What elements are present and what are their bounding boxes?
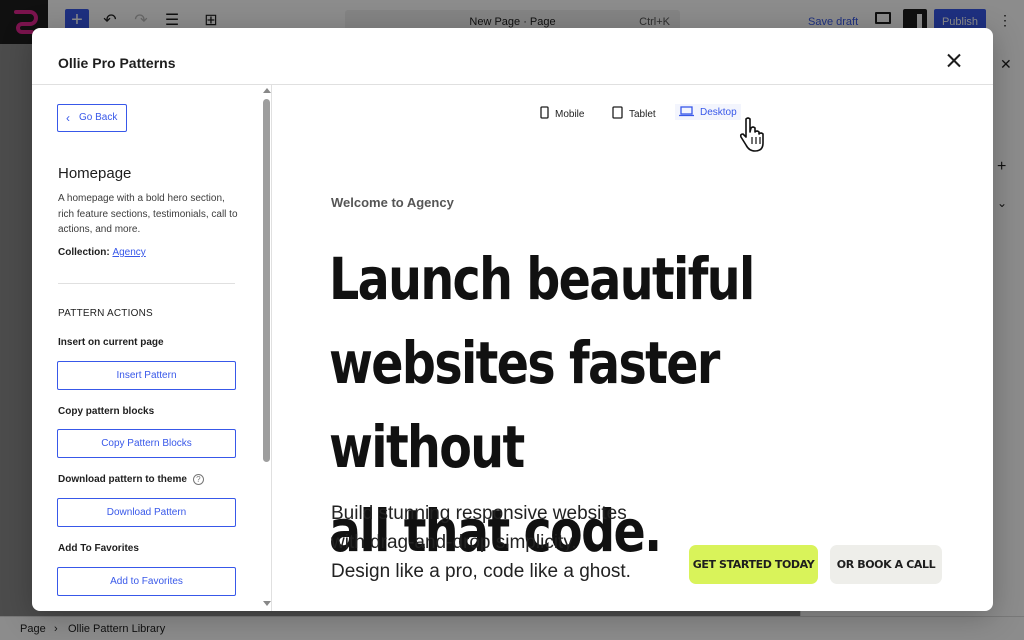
get-started-button[interactable]: GET STARTED TODAY <box>689 545 818 584</box>
device-label: Desktop <box>700 107 737 118</box>
tablet-icon <box>612 106 623 119</box>
eyebrow-text: Welcome to Agency <box>331 195 454 210</box>
collection-label: Collection: <box>58 247 110 258</box>
copy-label: Copy pattern blocks <box>58 406 155 417</box>
pattern-details-sidebar: ‹ Go Back Homepage A homepage with a bol… <box>32 85 272 611</box>
insert-label: Insert on current page <box>58 337 164 348</box>
body-line: Design like a pro, code like a ghost. <box>331 561 631 582</box>
pattern-name: Homepage <box>58 165 132 182</box>
scroll-thumb[interactable] <box>263 99 270 462</box>
download-pattern-button[interactable]: Download Pattern <box>57 498 236 527</box>
pointer-hand-icon <box>739 117 764 152</box>
desktop-icon <box>679 106 694 117</box>
scroll-up-icon[interactable] <box>263 88 271 93</box>
book-a-call-button[interactable]: OR BOOK A CALL <box>830 545 942 584</box>
body-line: Build stunning responsive websites <box>331 503 627 524</box>
mobile-icon <box>540 106 549 119</box>
modal-title: Ollie Pro Patterns <box>58 55 176 71</box>
copy-pattern-blocks-button[interactable]: Copy Pattern Blocks <box>57 429 236 458</box>
favorites-label: Add To Favorites <box>58 543 139 554</box>
add-to-favorites-button[interactable]: Add to Favorites <box>57 567 236 596</box>
headline-line: websites faster without <box>329 329 720 481</box>
go-back-label: Go Back <box>79 112 118 123</box>
pattern-preview: Mobile Tablet Desktop Welcome to Agency … <box>273 85 993 611</box>
modal-header: Ollie Pro Patterns <box>32 28 993 85</box>
close-icon[interactable] <box>943 50 965 72</box>
patterns-modal: Ollie Pro Patterns ‹ Go Back Homepage A … <box>32 28 993 611</box>
body-line: with drag-and-drop simplicity. <box>331 532 577 553</box>
go-back-button[interactable]: ‹ Go Back <box>57 104 127 132</box>
chevron-left-icon: ‹ <box>66 111 70 125</box>
sidebar-scrollbar[interactable] <box>261 85 272 611</box>
device-desktop-button[interactable]: Desktop <box>675 104 741 120</box>
device-label: Tablet <box>629 109 656 120</box>
pattern-description: A homepage with a bold hero section, ric… <box>58 193 238 235</box>
device-mobile-button[interactable]: Mobile <box>536 104 588 122</box>
divider <box>58 283 235 284</box>
section-heading: PATTERN ACTIONS <box>58 308 153 319</box>
collection-info: Collection: Agency <box>58 247 146 258</box>
collection-link[interactable]: Agency <box>112 247 145 258</box>
download-label: Download pattern to theme? <box>58 474 204 485</box>
scroll-down-icon[interactable] <box>263 601 271 606</box>
help-icon[interactable]: ? <box>192 474 204 485</box>
device-tablet-button[interactable]: Tablet <box>608 104 660 122</box>
download-label-text: Download pattern to theme <box>58 474 187 485</box>
hero-body-text: Build stunning responsive websites with … <box>331 499 671 586</box>
headline-line: Launch beautiful <box>329 245 755 313</box>
insert-pattern-button[interactable]: Insert Pattern <box>57 361 236 390</box>
device-label: Mobile <box>555 109 585 120</box>
